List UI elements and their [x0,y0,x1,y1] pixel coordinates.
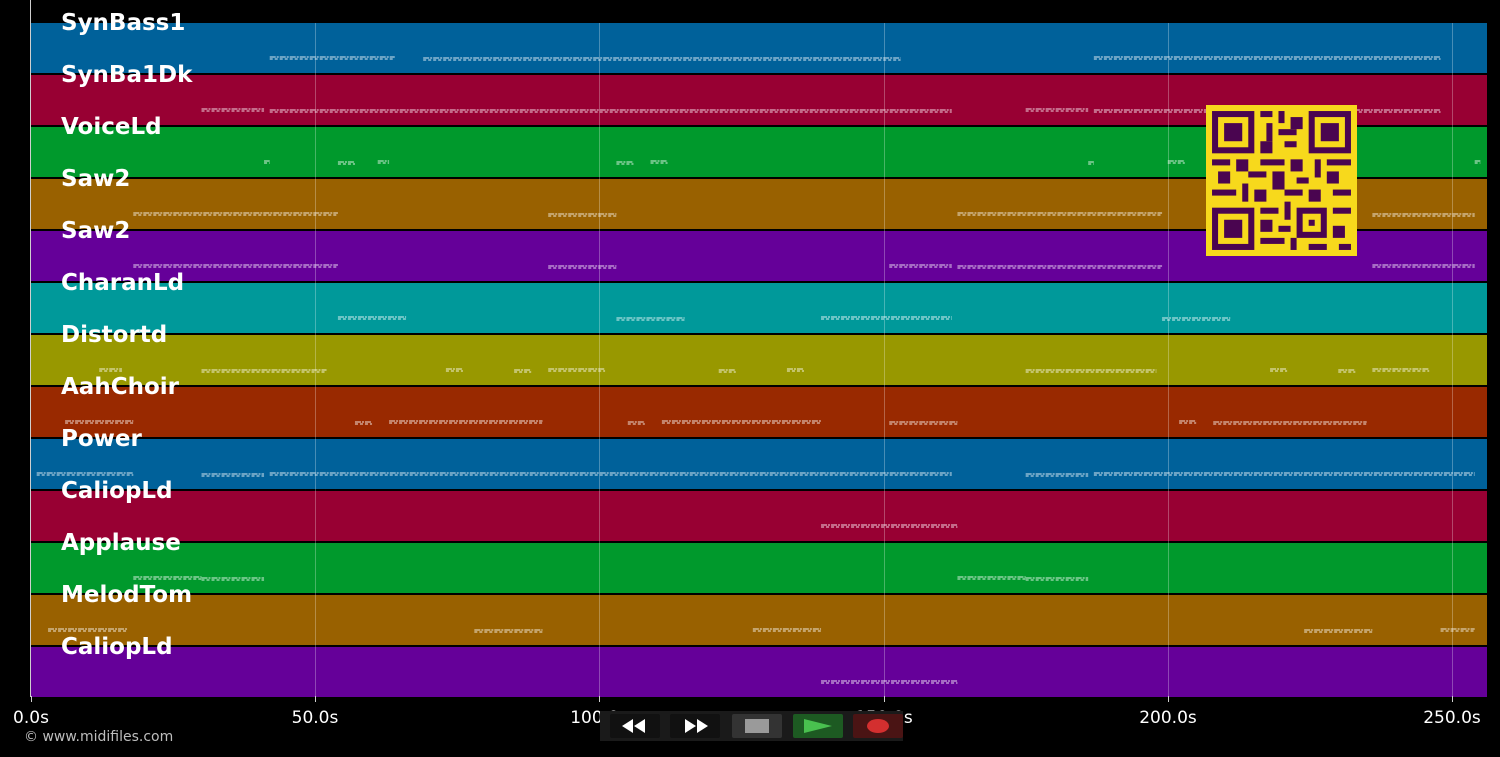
record-button[interactable] [853,714,903,738]
track-label: AahChoir [61,374,179,400]
qr-code-graphic [1206,105,1357,256]
rewind-button[interactable] [610,714,660,738]
track-label: CharanLd [61,270,185,296]
tick-mark [1452,696,1453,702]
qr-code-icon [1206,105,1357,256]
playback-controls [600,711,903,741]
fast-forward-button[interactable] [670,714,720,738]
tick-label: 0.0s [13,708,49,728]
track-label: Distortd [61,322,168,348]
play-icon [804,719,832,733]
track-label: CaliopLd [61,634,173,660]
tick-mark [1168,696,1169,702]
track-label: Applause [61,530,181,556]
track-label: Power [61,426,142,452]
copyright-text: © www.midifiles.com [24,729,174,745]
tick-label: 250.0s [1423,708,1481,728]
fast-forward-icon [685,719,708,733]
track-label: CaliopLd [61,478,173,504]
track-label: MelodTom [61,582,193,608]
track-label: SynBass1 [61,10,186,36]
tick-label: 50.0s [291,708,339,728]
track-label: Saw2 [61,218,131,244]
stop-button[interactable] [732,714,782,738]
tick-mark [31,696,32,702]
tick-mark [884,696,885,702]
rewind-icon [622,719,645,733]
track-label: Saw2 [61,166,131,192]
track-label: VoiceLd [61,114,162,140]
tick-label: 200.0s [1139,708,1197,728]
track-label: SynBa1Dk [61,62,193,88]
y-axis-line [30,0,31,697]
stop-icon [745,719,769,733]
record-icon [867,719,889,733]
tick-mark [315,696,316,702]
tick-mark [599,696,600,702]
play-button[interactable] [793,714,843,738]
